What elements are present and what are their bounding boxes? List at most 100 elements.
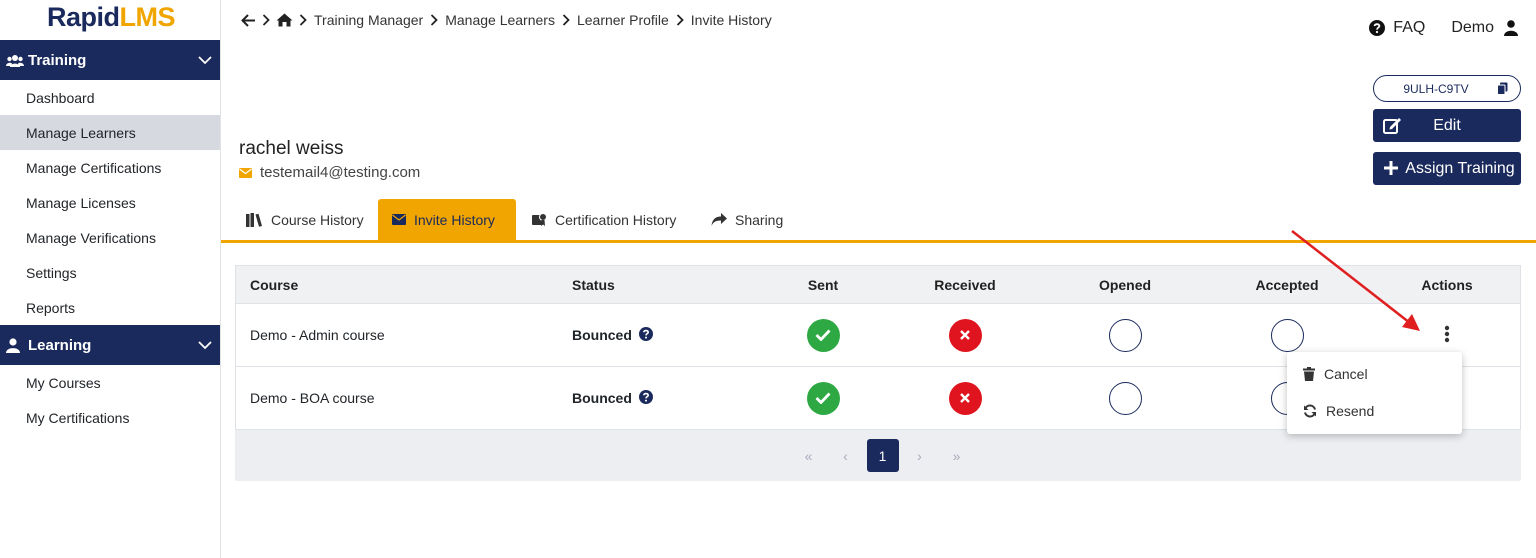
learner-email: testemail4@testing.com (239, 164, 420, 181)
pagination: « ‹ 1 › » (790, 439, 975, 472)
status-cell: Bounced (572, 367, 653, 429)
sidebar-section-label: Training (28, 51, 87, 69)
menu-item-label: Cancel (1324, 366, 1368, 382)
learner-email-value: testemail4@testing.com (260, 164, 421, 181)
app-root: RapidLMS Training Dashboard Manage Learn… (0, 0, 1536, 558)
opened-cell (1075, 304, 1175, 366)
sidebar-item-my-certifications[interactable]: My Certifications (0, 400, 220, 435)
learner-code: 9ULH-C9TV (1373, 75, 1521, 102)
table-header: Course Status Sent Received Opened Accep… (235, 265, 1521, 304)
kebab-menu-icon[interactable] (1444, 325, 1450, 346)
back-arrow-icon[interactable] (241, 13, 256, 27)
question-circle-icon (1369, 20, 1386, 36)
question-circle-icon[interactable] (638, 326, 653, 344)
check-circle-icon (806, 318, 840, 352)
course-name: Demo - BOA course (250, 390, 375, 406)
breadcrumb-training-manager[interactable]: Training Manager (314, 12, 423, 28)
check-circle-icon (806, 381, 840, 415)
plus-icon (1383, 160, 1399, 181)
x-circle-icon (948, 318, 982, 352)
sidebar-item-dashboard[interactable]: Dashboard (0, 80, 220, 115)
tab-certification-history[interactable]: Certification History (518, 199, 690, 240)
tab-label: Course History (271, 211, 364, 228)
chevron-down-icon (198, 337, 212, 354)
tab-label: Invite History (414, 211, 495, 228)
home-icon[interactable] (276, 13, 293, 27)
breadcrumb-learner-profile[interactable]: Learner Profile (577, 12, 669, 28)
breadcrumb-manage-learners[interactable]: Manage Learners (445, 12, 555, 28)
logo-part1: Rapid (47, 2, 120, 32)
user-menu[interactable]: Demo (1451, 19, 1518, 37)
sidebar-item-manage-learners[interactable]: Manage Learners (0, 115, 220, 150)
faq-link[interactable]: FAQ (1369, 19, 1425, 37)
header-status[interactable]: Status (572, 266, 615, 303)
prev-page-button[interactable]: ‹ (830, 439, 862, 472)
trash-icon (1303, 367, 1315, 381)
opened-cell (1075, 367, 1175, 429)
chevron-right-icon (430, 14, 438, 26)
next-page-button[interactable]: › (904, 439, 936, 472)
received-cell (915, 304, 1015, 366)
sidebar-item-my-courses[interactable]: My Courses (0, 365, 220, 400)
question-circle-icon[interactable] (638, 389, 653, 407)
sidebar-section-label: Learning (28, 336, 92, 354)
assign-training-button[interactable]: Assign Training (1373, 152, 1521, 185)
logo-part2: LMS (119, 2, 176, 32)
menu-item-cancel[interactable]: Cancel (1287, 356, 1462, 392)
envelope-icon (392, 214, 406, 225)
users-icon (6, 54, 26, 67)
tab-invite-history[interactable]: Invite History (378, 199, 516, 240)
sidebar-item-manage-certifications[interactable]: Manage Certifications (0, 150, 220, 185)
actions-dropdown: Cancel Resend (1287, 352, 1462, 434)
empty-circle-icon (1108, 381, 1142, 415)
sidebar-section-learning[interactable]: Learning (0, 325, 220, 365)
tab-label: Certification History (555, 211, 677, 228)
status-cell: Bounced (572, 304, 653, 366)
user-name: Demo (1451, 19, 1494, 36)
books-icon (246, 212, 262, 227)
menu-item-resend[interactable]: Resend (1287, 393, 1462, 429)
chevron-down-icon (198, 52, 212, 69)
header-course[interactable]: Course (250, 266, 298, 303)
received-cell (915, 367, 1015, 429)
sidebar-item-manage-verifications[interactable]: Manage Verifications (0, 220, 220, 255)
chevron-right-icon (676, 14, 684, 26)
sent-cell (773, 304, 873, 366)
edit-button[interactable]: Edit (1373, 109, 1521, 142)
user-icon (6, 337, 26, 353)
tab-sharing[interactable]: Sharing (697, 199, 797, 240)
faq-label: FAQ (1393, 19, 1426, 36)
empty-circle-icon (1270, 318, 1304, 352)
learner-name: rachel weiss (239, 138, 344, 159)
chevron-right-icon (562, 14, 570, 26)
chevron-right-icon (262, 14, 270, 26)
tab-course-history[interactable]: Course History (232, 199, 378, 240)
header-actions: FAQ Demo (1369, 19, 1518, 37)
sidebar: RapidLMS Training Dashboard Manage Learn… (0, 0, 221, 558)
logo[interactable]: RapidLMS (47, 2, 176, 33)
sidebar-item-settings[interactable]: Settings (0, 255, 220, 290)
sidebar-item-manage-licenses[interactable]: Manage Licenses (0, 185, 220, 220)
header-sent[interactable]: Sent (773, 266, 873, 303)
header-received[interactable]: Received (915, 266, 1015, 303)
header-opened[interactable]: Opened (1075, 266, 1175, 303)
sidebar-item-reports[interactable]: Reports (0, 290, 220, 325)
page-button-current[interactable]: 1 (866, 439, 899, 472)
header-actions: Actions (1421, 276, 1473, 293)
envelope-icon (239, 167, 252, 178)
status-text: Bounced (572, 390, 632, 406)
sent-cell (773, 367, 873, 429)
learner-code-value: 9ULH-C9TV (1403, 81, 1469, 96)
header-accepted[interactable]: Accepted (1237, 266, 1337, 303)
chevron-right-icon (299, 14, 307, 26)
edit-icon (1383, 117, 1402, 139)
last-page-button[interactable]: » (941, 439, 973, 472)
course-name: Demo - Admin course (250, 327, 385, 343)
breadcrumb-invite-history: Invite History (690, 12, 772, 28)
refresh-icon (1304, 404, 1316, 418)
first-page-button[interactable]: « (793, 439, 825, 472)
copy-icon[interactable] (1497, 82, 1508, 98)
menu-item-label: Resend (1326, 403, 1375, 419)
sidebar-section-training[interactable]: Training (0, 40, 220, 80)
user-icon (1504, 20, 1518, 36)
